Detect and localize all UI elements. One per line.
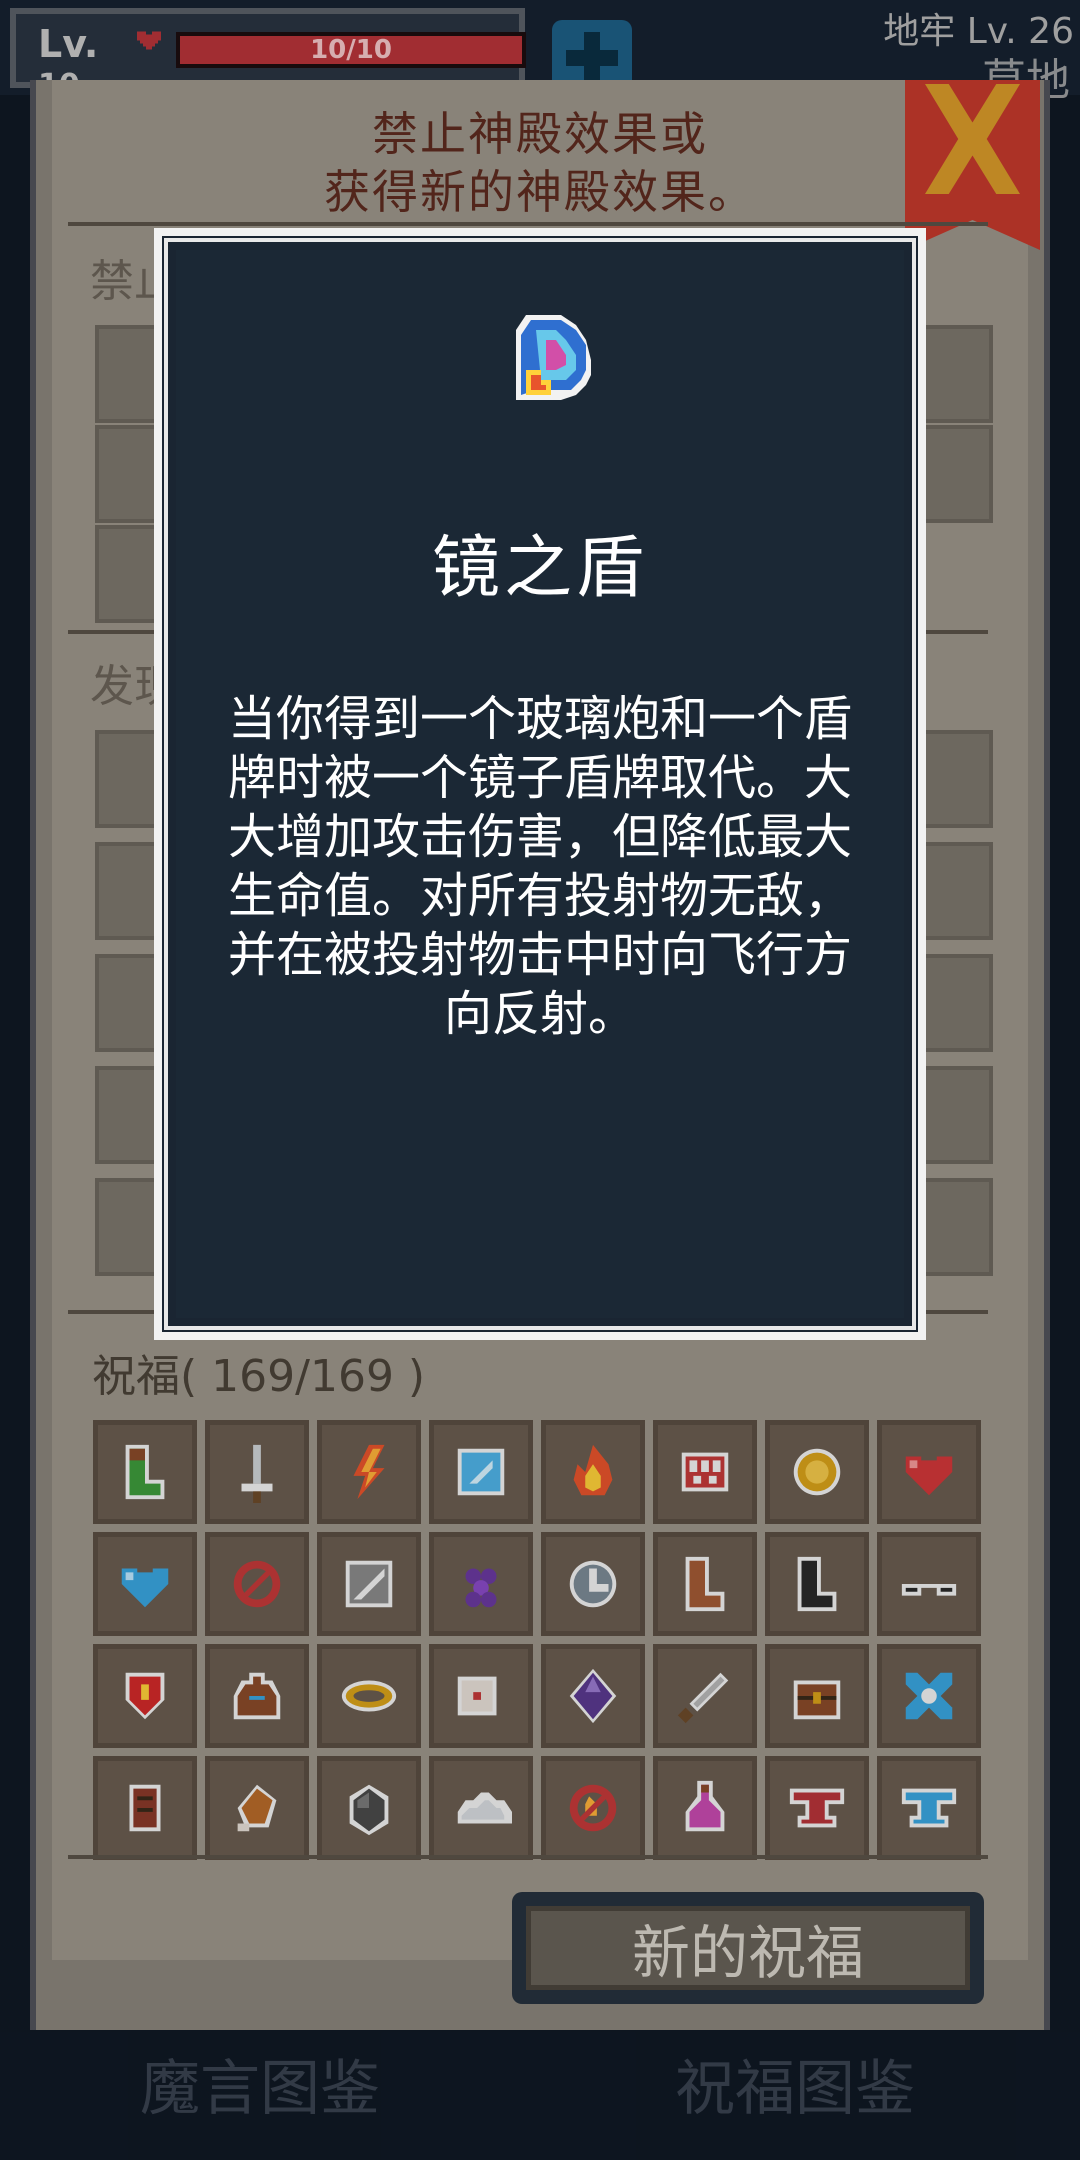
item-detail-modal: 镜之盾 当你得到一个玻璃炮和一个盾牌时被一个镜子盾牌取代。大大增加攻击伤害，但降…: [154, 228, 926, 1340]
item-name: 镜之盾: [431, 529, 648, 608]
mirror-shield-icon: [516, 315, 591, 400]
modal-body: 镜之盾 当你得到一个玻璃炮和一个盾牌时被一个镜子盾牌取代。大大增加攻击伤害，但降…: [176, 250, 904, 1318]
item-description: 当你得到一个玻璃炮和一个盾牌时被一个镜子盾牌取代。大大增加攻击伤害，但降低最大生…: [227, 691, 852, 1042]
